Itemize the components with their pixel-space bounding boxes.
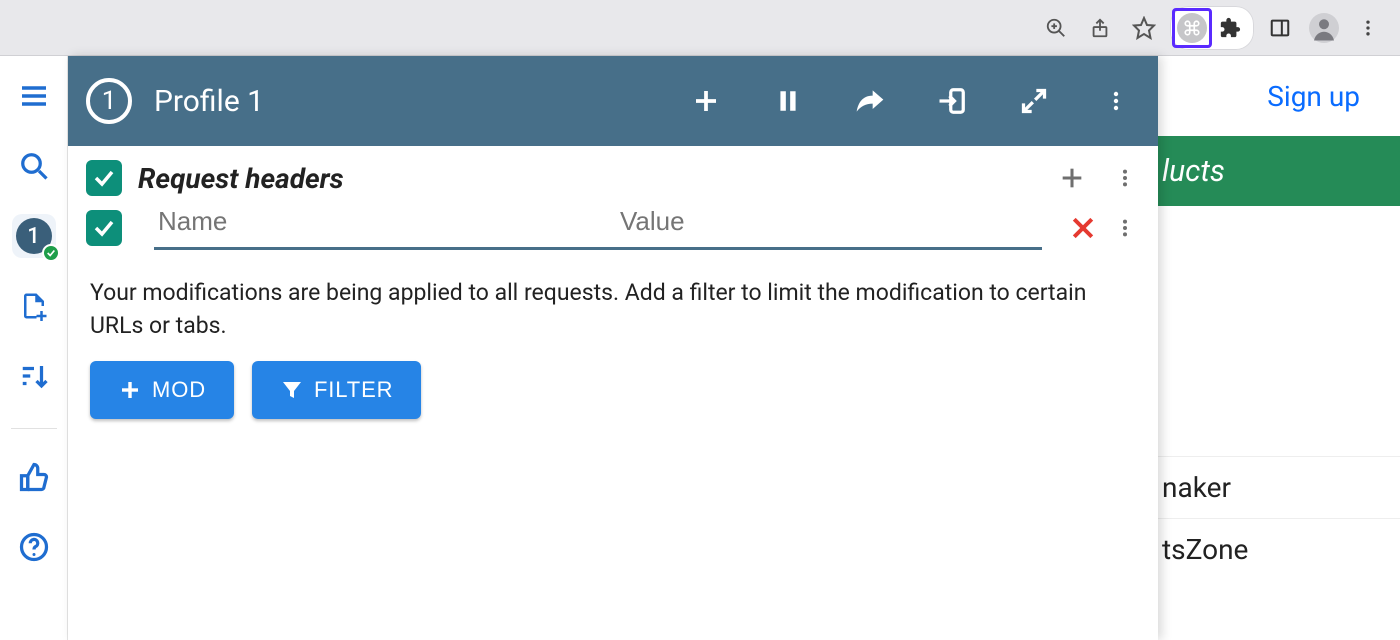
list-item[interactable]: tsZone xyxy=(1158,518,1400,580)
divider xyxy=(11,428,57,429)
active-extension-button[interactable] xyxy=(1172,8,1212,48)
extensions-icon[interactable] xyxy=(1212,8,1248,48)
section-title: Request headers xyxy=(138,162,1058,195)
add-icon[interactable] xyxy=(688,83,724,119)
delete-row-icon[interactable] xyxy=(1068,213,1098,243)
extension-pill xyxy=(1170,6,1254,50)
profile-circle[interactable]: 1 xyxy=(86,78,132,124)
section-add-icon[interactable] xyxy=(1058,164,1086,192)
profile-circle-number: 1 xyxy=(102,86,117,116)
fullscreen-icon[interactable] xyxy=(1016,83,1052,119)
help-icon[interactable] xyxy=(12,525,56,569)
section-header: Request headers xyxy=(68,146,1158,202)
sign-up-link[interactable]: Sign up xyxy=(1267,80,1360,113)
new-file-icon[interactable] xyxy=(12,284,56,328)
side-panel-icon[interactable] xyxy=(1258,8,1302,48)
profile-badge[interactable]: 1 xyxy=(12,214,56,258)
profile-avatar-icon[interactable] xyxy=(1302,8,1346,48)
mod-label: MOD xyxy=(152,377,206,403)
row-more-icon[interactable] xyxy=(1114,217,1136,239)
check-badge-icon xyxy=(42,244,60,262)
section-checkbox[interactable] xyxy=(86,160,122,196)
filter-label: FILTER xyxy=(314,377,393,403)
header-row xyxy=(68,202,1158,258)
list-item[interactable]: naker xyxy=(1158,456,1400,518)
hamburger-menu-icon[interactable] xyxy=(12,74,56,118)
thumbs-up-icon[interactable] xyxy=(12,455,56,499)
section-more-icon[interactable] xyxy=(1114,167,1136,189)
panel-header: 1 Profile 1 xyxy=(68,56,1158,146)
menu-dots-icon[interactable] xyxy=(1346,8,1390,48)
browser-toolbar xyxy=(0,0,1400,56)
left-sidebar: 1 xyxy=(0,56,68,640)
name-input[interactable] xyxy=(158,206,580,237)
star-icon[interactable] xyxy=(1122,8,1166,48)
background-list: naker tsZone xyxy=(1158,206,1400,580)
mod-button[interactable]: MOD xyxy=(90,361,234,419)
info-text: Your modifications are being applied to … xyxy=(90,276,1136,343)
share-icon[interactable] xyxy=(1078,8,1122,48)
share-arrow-icon[interactable] xyxy=(852,83,888,119)
filter-button[interactable]: FILTER xyxy=(252,361,421,419)
pause-icon[interactable] xyxy=(770,83,806,119)
sort-icon[interactable] xyxy=(12,354,56,398)
zoom-icon[interactable] xyxy=(1034,8,1078,48)
green-tab-text: lucts xyxy=(1162,154,1225,189)
command-icon xyxy=(1177,13,1207,43)
info-block: Your modifications are being applied to … xyxy=(68,258,1158,427)
value-input[interactable] xyxy=(620,206,1042,237)
search-icon[interactable] xyxy=(12,144,56,188)
header-fields xyxy=(154,206,1042,250)
import-icon[interactable] xyxy=(934,83,970,119)
panel-title: Profile 1 xyxy=(154,84,688,119)
row-checkbox[interactable] xyxy=(86,210,122,246)
background-green-tab[interactable]: lucts xyxy=(1158,136,1400,206)
more-vert-icon[interactable] xyxy=(1098,83,1134,119)
extension-panel: 1 Profile 1 xyxy=(68,56,1158,640)
background-page: Sign up lucts naker tsZone xyxy=(1158,56,1400,640)
